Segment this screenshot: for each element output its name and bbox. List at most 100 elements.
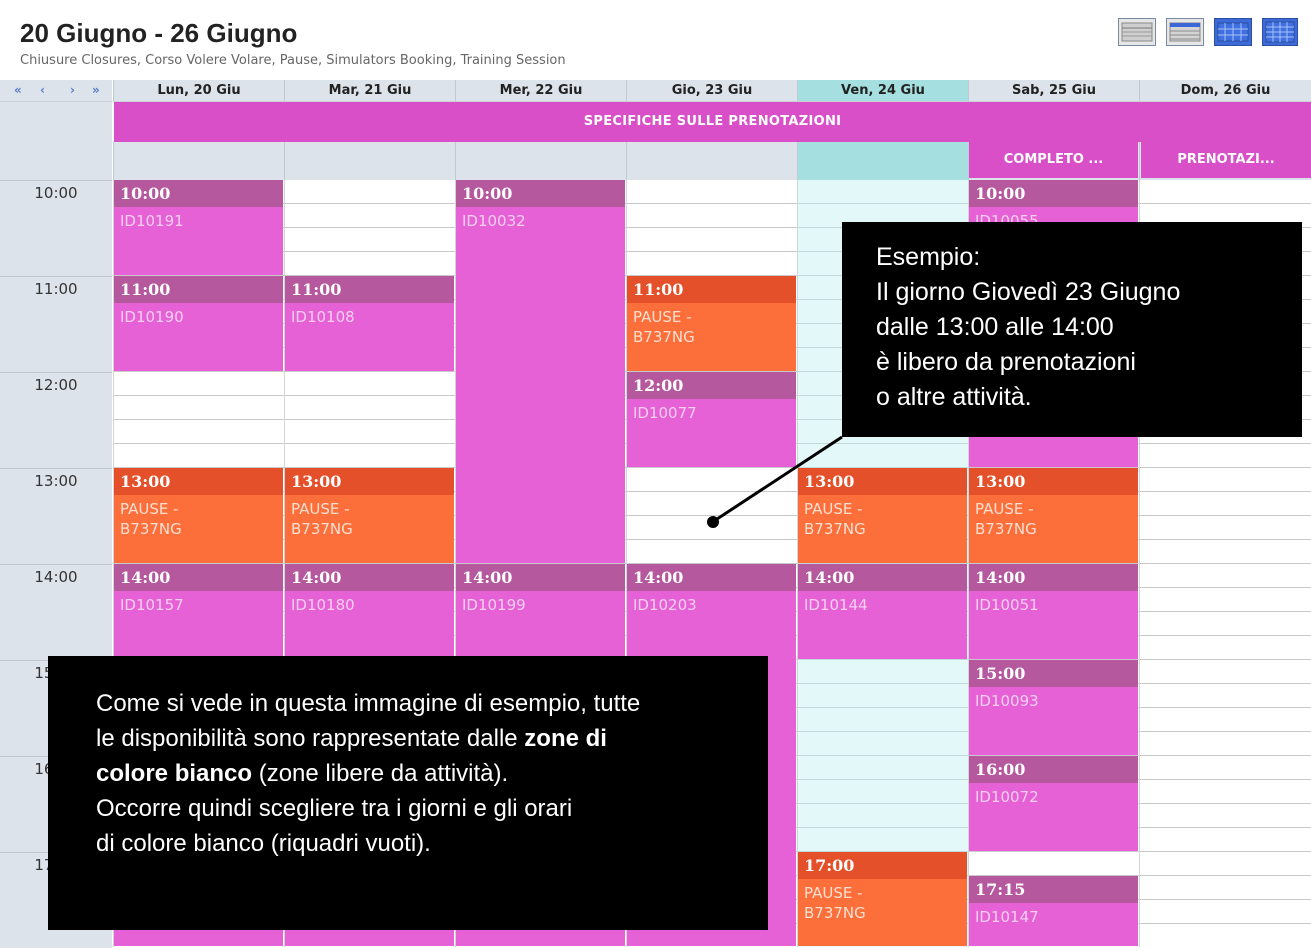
calendar-event[interactable]: 12:00 ID10077 (627, 372, 796, 467)
calendar-filter-list: Chiusure Closures, Corso Volere Volare, … (20, 53, 566, 68)
week-view-button[interactable] (1166, 18, 1204, 46)
callout-info-line: Occorre quindi scegliere tra i giorni e … (96, 795, 573, 822)
week-navigation: « ‹ › » (0, 80, 112, 102)
event-time: 14:00 (798, 564, 967, 591)
day-header-fri[interactable]: Ven, 24 Giu (797, 80, 968, 102)
calendar-event[interactable]: 14:00 ID10144 (798, 564, 967, 659)
event-time: 17:00 (798, 852, 967, 879)
callout-example-line: Esempio: (876, 243, 981, 271)
hour-label: 12:00 (0, 372, 112, 468)
allday-cell[interactable] (284, 142, 455, 180)
event-title: ID10108 (291, 308, 355, 326)
event-time: 11:00 (114, 276, 283, 303)
event-title: PAUSE - B737NG (291, 500, 353, 538)
day-header-mon[interactable]: Lun, 20 Giu (113, 80, 284, 102)
callout-info-line: Come si vede in questa immagine di esemp… (96, 690, 641, 717)
month-view-icon (1217, 22, 1249, 42)
event-time: 11:00 (627, 276, 796, 303)
hour-label: 11:00 (0, 276, 112, 372)
next-week-button[interactable]: › (70, 83, 75, 97)
callout-example: Esempio: Il giorno Giovedì 23 Giugno dal… (842, 222, 1302, 437)
event-time: 13:00 (285, 468, 454, 495)
callout-info-text: (zone libere da attività). (252, 760, 509, 787)
event-time: 15:00 (969, 660, 1138, 687)
event-time: 14:00 (627, 564, 796, 591)
event-title: ID10190 (120, 308, 184, 326)
event-time: 10:00 (969, 180, 1138, 207)
event-time: 13:00 (114, 468, 283, 495)
allday-cell[interactable] (455, 142, 626, 180)
calendar-event[interactable]: 11:00 ID10190 (114, 276, 283, 371)
year-view-button[interactable] (1262, 18, 1298, 46)
allday-cell[interactable] (626, 142, 797, 180)
allday-event-prenotazioni[interactable]: PRENOTAZI... (1141, 142, 1311, 178)
event-time: 14:00 (456, 564, 625, 591)
hour-label: 10:00 (0, 180, 112, 276)
callout-info-emphasis: colore bianco (96, 760, 253, 787)
day-header-thu[interactable]: Gio, 23 Giu (626, 80, 797, 102)
event-time: 16:00 (969, 756, 1138, 783)
time-gutter-header (0, 102, 112, 180)
hour-label: 14:00 (0, 564, 112, 660)
calendar-event[interactable]: 17:15 ID10147 (969, 876, 1138, 946)
calendar-event[interactable]: 15:00 ID10093 (969, 660, 1138, 755)
event-time: 12:00 (627, 372, 796, 399)
event-time: 13:00 (969, 468, 1138, 495)
day-view-button[interactable] (1118, 18, 1156, 46)
calendar-event[interactable]: 17:00 PAUSE - B737NG (798, 852, 967, 946)
event-title: ID10157 (120, 596, 184, 614)
allday-cell[interactable] (797, 142, 968, 180)
first-week-button[interactable]: « (14, 83, 22, 97)
day-header-sun[interactable]: Dom, 26 Giu (1139, 80, 1311, 102)
event-title: PAUSE - B737NG (633, 308, 695, 346)
callout-info-line: le disponibilità sono rappresentate dall… (96, 721, 768, 756)
event-time: 13:00 (798, 468, 967, 495)
calendar-event[interactable]: 13:00 PAUSE - B737NG (798, 468, 967, 563)
day-header-tue[interactable]: Mar, 21 Giu (284, 80, 455, 102)
event-title: ID10093 (975, 692, 1039, 710)
page-title: 20 Giugno - 26 Giugno (20, 18, 298, 48)
day-header-sat[interactable]: Sab, 25 Giu (968, 80, 1139, 102)
event-title: ID10147 (975, 908, 1039, 926)
event-time: 14:00 (969, 564, 1138, 591)
day-view-icon (1121, 22, 1153, 42)
callout-info-line: colore bianco (zone libere da attività). (96, 756, 768, 791)
hour-label: 13:00 (0, 468, 112, 564)
event-time: 17:15 (969, 876, 1138, 903)
event-time: 14:00 (285, 564, 454, 591)
event-title: ID10191 (120, 212, 184, 230)
callout-info: Come si vede in questa immagine di esemp… (48, 656, 768, 930)
event-title: ID10180 (291, 596, 355, 614)
calendar-event[interactable]: 14:00 ID10051 (969, 564, 1138, 659)
calendar-event[interactable]: 13:00 PAUSE - B737NG (285, 468, 454, 563)
event-title: ID10203 (633, 596, 697, 614)
calendar-event[interactable]: 11:00 PAUSE - B737NG (627, 276, 796, 371)
calendar-header: 20 Giugno - 26 Giugno Chiusure Closures,… (0, 0, 1311, 80)
calendar-event[interactable]: 13:00 PAUSE - B737NG (969, 468, 1138, 563)
event-title: ID10072 (975, 788, 1039, 806)
callout-info-text: le disponibilità sono rappresentate dall… (96, 725, 525, 752)
callout-info-emphasis: zone di (524, 725, 607, 752)
day-header-wed[interactable]: Mer, 22 Giu (455, 80, 626, 102)
calendar-event[interactable]: 10:00 ID10191 (114, 180, 283, 275)
allday-cell[interactable] (113, 142, 284, 180)
event-title: ID10144 (804, 596, 868, 614)
month-view-button[interactable] (1214, 18, 1252, 46)
callout-example-line: è libero da prenotazioni (876, 348, 1136, 376)
event-title: PAUSE - B737NG (120, 500, 182, 538)
allday-event-banner[interactable]: SPECIFICHE SULLE PRENOTAZIONI (114, 102, 1311, 142)
event-title: ID10077 (633, 404, 697, 422)
callout-example-line: Il giorno Giovedì 23 Giugno (876, 278, 1181, 306)
calendar-event[interactable]: 10:00 ID10032 (456, 180, 625, 563)
last-week-button[interactable]: » (92, 83, 100, 97)
event-time: 14:00 (114, 564, 283, 591)
calendar-event[interactable]: 13:00 PAUSE - B737NG (114, 468, 283, 563)
event-title: ID10032 (462, 212, 526, 230)
calendar-event[interactable]: 11:00 ID10108 (285, 276, 454, 371)
calendar-event[interactable]: 16:00 ID10072 (969, 756, 1138, 851)
allday-event-completo[interactable]: COMPLETO ... (969, 142, 1138, 178)
previous-week-button[interactable]: ‹ (40, 83, 45, 97)
event-title: ID10199 (462, 596, 526, 614)
event-title: PAUSE - B737NG (804, 500, 866, 538)
callout-example-line: dalle 13:00 alle 14:00 (876, 313, 1114, 341)
